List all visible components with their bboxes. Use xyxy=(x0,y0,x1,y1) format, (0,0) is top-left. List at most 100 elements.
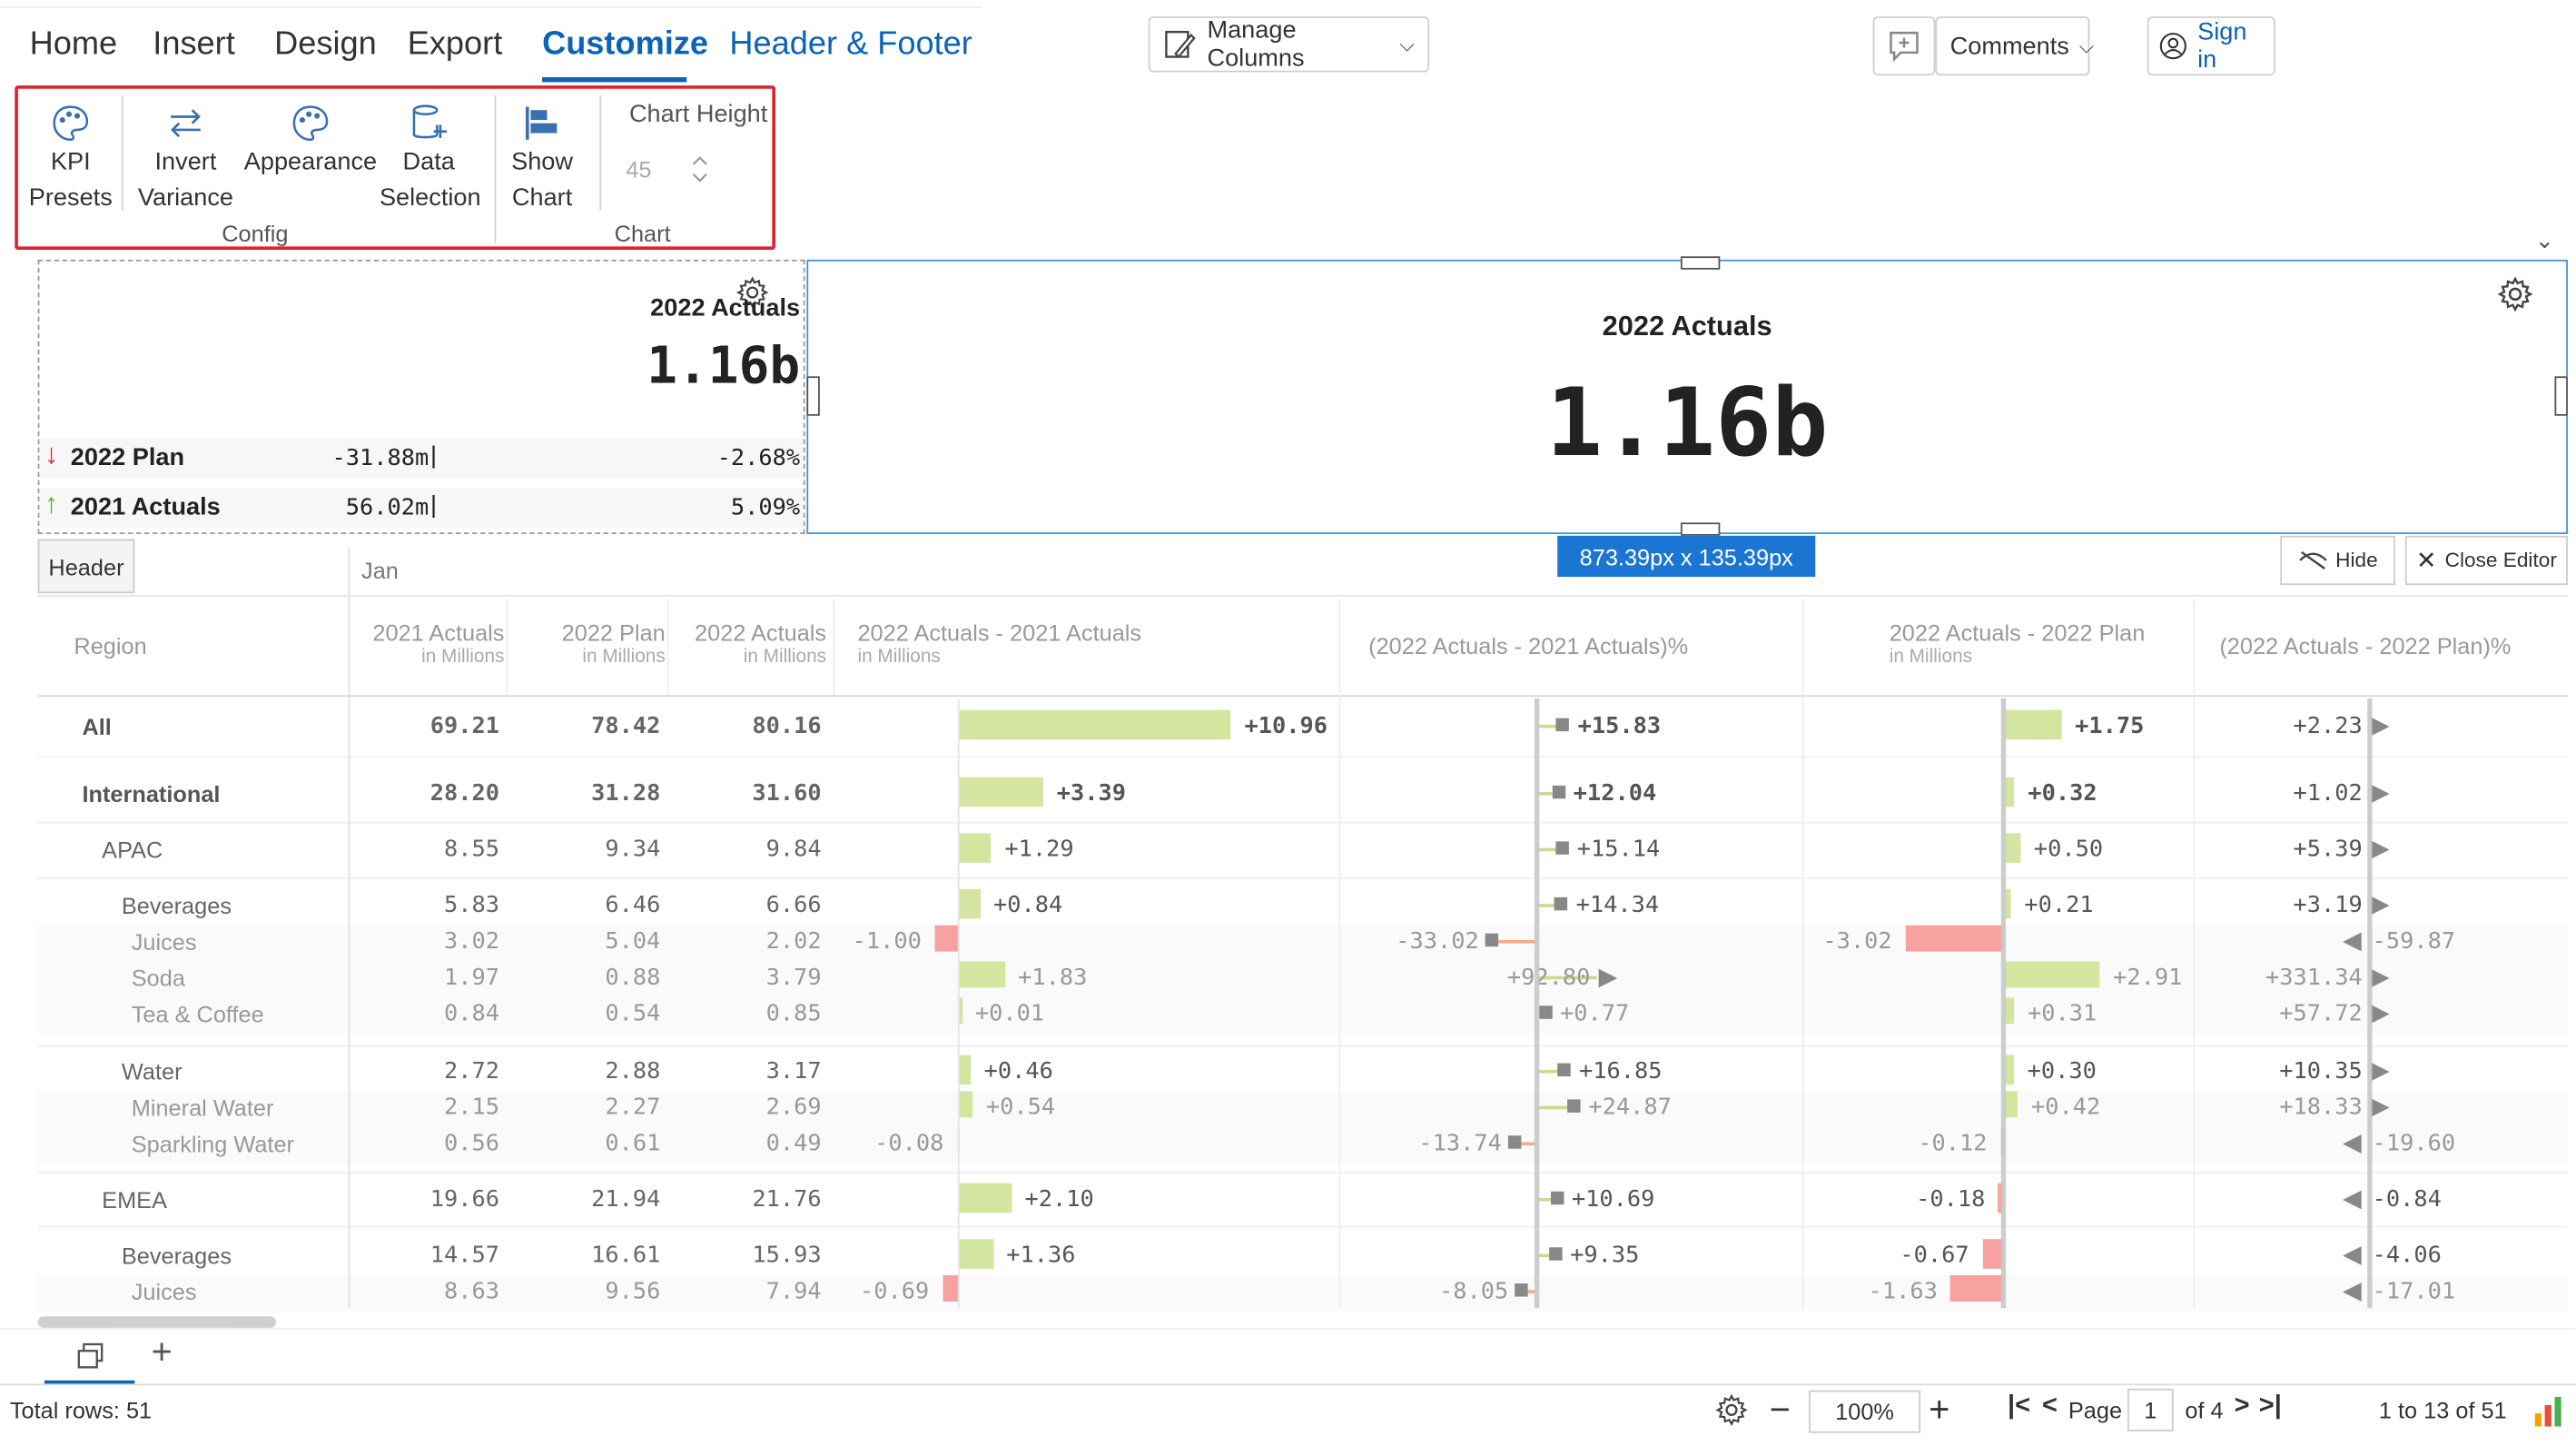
col-header-a21: 2021 Actuals in Millions xyxy=(349,619,504,667)
variance-bar-negative xyxy=(1950,1275,2005,1302)
col-header-d1-title: 2022 Actuals - 2021 Actuals xyxy=(857,619,1142,647)
zoom-in-icon[interactable]: + xyxy=(1929,1389,1949,1431)
pct-value: +14.34 xyxy=(1575,892,1660,919)
col-header-d2-title: 2022 Actuals - 2022 Plan xyxy=(1889,619,2146,647)
pct-value: -17.01 xyxy=(2372,1278,2456,1305)
variance-bar-positive xyxy=(2004,1091,2018,1118)
first-page-icon[interactable]: |< xyxy=(2008,1392,2030,1421)
variance-value: -0.69 xyxy=(860,1278,930,1305)
appearance-button[interactable]: Appearance xyxy=(243,95,378,181)
zoom-out-icon[interactable]: − xyxy=(1770,1389,1791,1431)
manage-columns-label: Manage Columns xyxy=(1207,16,1305,73)
col-header-d1pct: (2022 Actuals - 2021 Actuals)% xyxy=(1368,632,1689,659)
cell-region: Water xyxy=(121,1058,183,1085)
cell-p22: 2.88 xyxy=(605,1058,661,1085)
group-label-config: Config xyxy=(222,220,289,247)
cell-a21: 69.21 xyxy=(429,713,500,740)
pin-head xyxy=(1485,933,1499,947)
add-sheet-icon[interactable]: + xyxy=(151,1332,172,1374)
resize-handle-left[interactable] xyxy=(806,376,820,416)
menu-header-footer[interactable]: Header & Footer xyxy=(729,26,972,64)
variance-bar-positive xyxy=(959,777,1044,807)
palette-icon xyxy=(292,105,329,142)
bar-chart-icon xyxy=(525,106,558,140)
pct-value: +1.02 xyxy=(2293,780,2363,807)
variance-bar-positive xyxy=(959,709,1232,740)
variance-bar-positive xyxy=(2004,709,2062,740)
variance-bar-positive xyxy=(2004,833,2021,863)
resize-handle-right[interactable] xyxy=(2554,376,2568,416)
sign-in-button[interactable]: Sign in xyxy=(2147,16,2275,76)
pct-value: +15.83 xyxy=(1577,713,1662,740)
resize-handle-top[interactable] xyxy=(1680,256,1721,270)
page-of: of 4 xyxy=(2185,1396,2224,1423)
cell-a22: 2.69 xyxy=(765,1094,822,1121)
col-header-unit: in Millions xyxy=(582,647,666,668)
cell-region: Beverages xyxy=(121,1242,232,1269)
hide-button[interactable]: Hide xyxy=(2280,535,2395,586)
col-header-d1: 2022 Actuals - 2021 Actuals in Millions xyxy=(857,619,1141,667)
pct-value: +15.14 xyxy=(1576,836,1661,863)
row-separator xyxy=(37,877,2568,879)
header-tab[interactable]: Header xyxy=(37,539,135,594)
kpi-small-value: 1.16b xyxy=(646,336,801,397)
kpi-presets-button[interactable]: KPI Presets xyxy=(25,95,116,217)
variance-bar-positive xyxy=(959,888,981,919)
col-header-a22: 2022 Actuals in Millions xyxy=(670,619,826,667)
axis-line-d2pct xyxy=(2367,698,2373,1309)
swap-arrows-icon xyxy=(171,109,201,138)
cell-p22: 16.61 xyxy=(591,1242,661,1269)
overflow-arrow-left-icon: ◀ xyxy=(2343,1128,2362,1157)
gear-icon[interactable] xyxy=(2497,276,2533,312)
kpi-presets-label-2: Presets xyxy=(28,183,113,213)
kpi-card-small[interactable]: 2022 Actuals 1.16b ↓ 2022 Plan -31.88m |… xyxy=(37,259,805,535)
data-selection-button[interactable]: Data Selection xyxy=(380,95,481,217)
comments-dropdown[interactable]: Comments ⌵ xyxy=(1935,16,2094,76)
cell-a21: 0.84 xyxy=(444,1000,500,1027)
pct-value: +24.87 xyxy=(1588,1094,1672,1121)
resize-handle-bottom[interactable] xyxy=(1680,522,1721,536)
prev-page-icon[interactable]: < xyxy=(2042,1392,2058,1421)
chart-height-spinner[interactable]: 45 xyxy=(616,148,715,194)
pct-value: +2.23 xyxy=(2293,713,2363,740)
cell-region: EMEA xyxy=(102,1186,167,1213)
kpi-card-big[interactable]: 2022 Actuals 1.16b xyxy=(806,259,2568,535)
kpi-row-abs: -31.88m xyxy=(331,445,429,472)
cell-region: International xyxy=(82,780,221,807)
page-input[interactable]: 1 xyxy=(2127,1388,2174,1431)
close-editor-button[interactable]: ✕ Close Editor xyxy=(2404,535,2568,586)
menu-customize[interactable]: Customize xyxy=(542,26,708,64)
manage-columns-button[interactable]: Manage Columns ⌵ xyxy=(1148,16,1430,73)
cell-p22: 0.54 xyxy=(605,1000,661,1027)
add-comment-button[interactable] xyxy=(1872,16,1936,76)
menu-top-border xyxy=(0,6,982,9)
collapse-ribbon-chevron-icon[interactable]: ⌄ xyxy=(2535,227,2554,255)
sheet-tab[interactable] xyxy=(44,1332,135,1384)
ribbon-separator xyxy=(599,94,602,211)
period-header: Jan xyxy=(361,557,399,584)
zoom-input[interactable]: 100% xyxy=(1809,1390,1921,1433)
cell-region: Juices xyxy=(131,928,197,956)
show-chart-button[interactable]: Show Chart xyxy=(501,95,583,217)
sheet-tabs-top-border xyxy=(0,1327,2576,1330)
axis-line-d2 xyxy=(2000,698,2007,1309)
overflow-arrow-right-icon: ▶ xyxy=(1598,963,1618,992)
settings-gear-icon[interactable] xyxy=(1715,1393,1748,1427)
next-page-icon[interactable]: > xyxy=(2235,1392,2250,1421)
variance-value: +0.31 xyxy=(2028,1000,2097,1027)
variance-bar-negative xyxy=(1905,925,2005,952)
spinner-arrows-icon[interactable] xyxy=(690,151,710,187)
cell-a22: 0.49 xyxy=(765,1130,822,1157)
edit-columns-icon xyxy=(1165,30,1196,59)
last-page-icon[interactable]: >| xyxy=(2259,1392,2282,1421)
menu-design[interactable]: Design xyxy=(274,26,377,64)
menu-insert[interactable]: Insert xyxy=(153,26,235,64)
invert-variance-button[interactable]: Invert Variance xyxy=(133,95,239,217)
pct-value: +331.34 xyxy=(2265,965,2363,992)
menu-home[interactable]: Home xyxy=(30,26,118,64)
cell-a22: 6.66 xyxy=(765,892,822,919)
menu-export[interactable]: Export xyxy=(408,26,503,64)
cell-a21: 28.20 xyxy=(429,780,500,807)
horizontal-scrollbar[interactable] xyxy=(37,1316,276,1328)
pct-value: -8.05 xyxy=(1439,1278,1509,1305)
